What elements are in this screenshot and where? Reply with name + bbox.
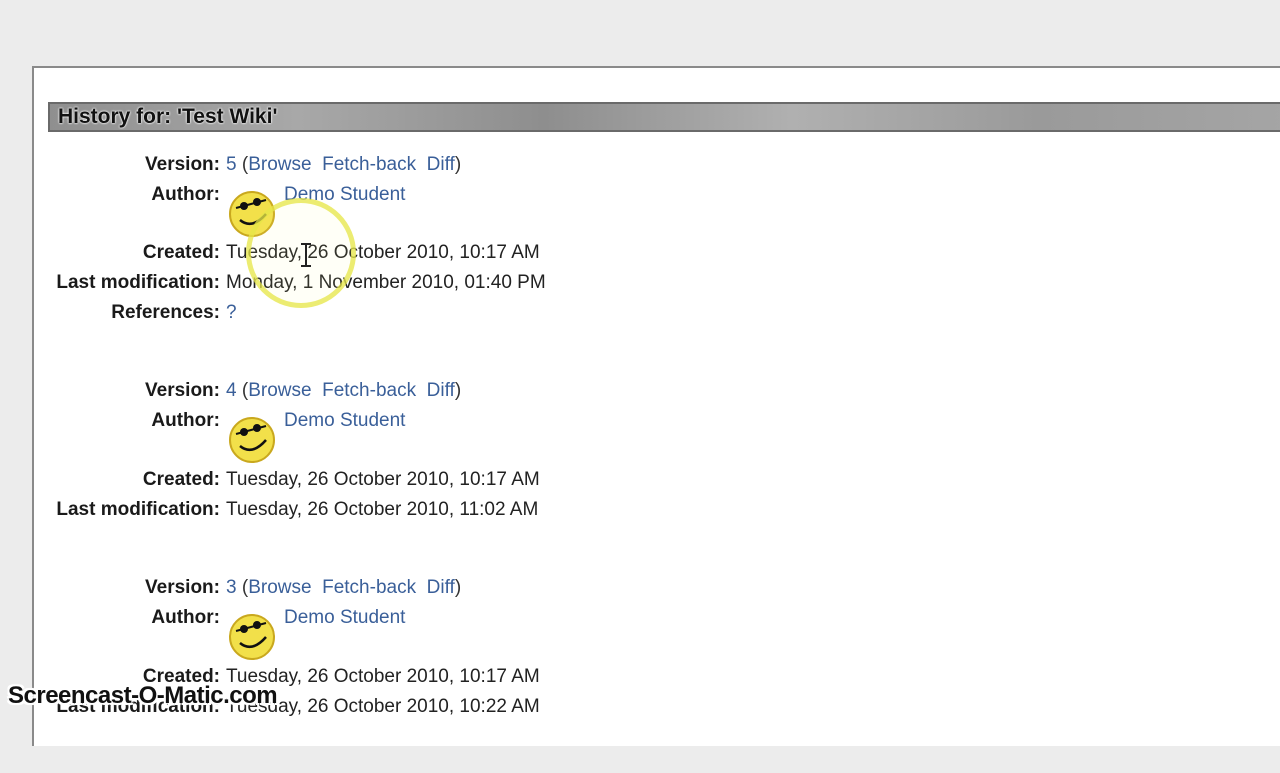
version-label: Version: (145, 380, 220, 401)
last-modification-value: Tuesday, 26 October 2010, 11:02 AM (226, 499, 539, 520)
author-link[interactable]: Demo Student (284, 406, 405, 436)
text-cursor-icon (301, 243, 311, 267)
author-label: Author: (151, 607, 220, 628)
references-label: References: (111, 302, 220, 323)
last-modification-label: Last modification: (56, 272, 220, 293)
diff-link[interactable]: Diff (427, 380, 455, 401)
history-title: History for: 'Test Wiki' (58, 105, 278, 128)
close-paren: ) (454, 577, 462, 598)
version-row: Version: 5 (Browse Fetch-back Diff) (0, 150, 700, 180)
version-number-link[interactable]: 3 (226, 577, 237, 598)
smiley-avatar-icon[interactable] (226, 609, 278, 661)
diff-link[interactable]: Diff (427, 154, 455, 175)
version-number-link[interactable]: 4 (226, 380, 237, 401)
version-entry-3: Version: 3 (Browse Fetch-back Diff) Auth… (0, 573, 700, 773)
version-row: Version: 4 (Browse Fetch-back Diff) (0, 376, 700, 406)
cursor-highlight (246, 198, 356, 308)
version-entry-4: Version: 4 (Browse Fetch-back Diff) Auth… (0, 376, 700, 576)
fetch-back-link[interactable]: Fetch-back (322, 380, 416, 401)
version-label: Version: (145, 577, 220, 598)
version-links: 4 (Browse Fetch-back Diff) (226, 376, 461, 406)
version-links: 3 (Browse Fetch-back Diff) (226, 573, 461, 603)
version-number-link[interactable]: 5 (226, 154, 237, 175)
created-label: Created: (142, 469, 220, 490)
author-link[interactable]: Demo Student (284, 603, 405, 633)
browse-link[interactable]: Browse (248, 577, 311, 598)
close-paren: ) (454, 380, 462, 401)
author-row: Author: Demo Student (0, 603, 700, 660)
last-modification-label: Last modification: (56, 499, 220, 520)
author-label: Author: (151, 410, 220, 431)
browse-link[interactable]: Browse (248, 154, 311, 175)
version-links: 5 (Browse Fetch-back Diff) (226, 150, 461, 180)
last-modification-row: Last modification: Tuesday, 26 October 2… (0, 495, 700, 525)
close-paren: ) (454, 154, 462, 175)
references-row: References: ? (0, 298, 700, 328)
browse-link[interactable]: Browse (248, 380, 311, 401)
references-link[interactable]: ? (226, 298, 237, 328)
fetch-back-link[interactable]: Fetch-back (322, 577, 416, 598)
created-label: Created: (142, 242, 220, 263)
created-value: Tuesday, 26 October 2010, 10:17 AM (226, 469, 540, 490)
diff-link[interactable]: Diff (427, 577, 455, 598)
version-row: Version: 3 (Browse Fetch-back Diff) (0, 573, 700, 603)
fetch-back-link[interactable]: Fetch-back (322, 154, 416, 175)
watermark-text: Screencast-O-Matic.com (8, 682, 278, 709)
author-row: Author: Demo Student (0, 406, 700, 463)
created-row: Created: Tuesday, 26 October 2010, 10:17… (0, 465, 700, 495)
version-label: Version: (145, 154, 220, 175)
author-label: Author: (151, 184, 220, 205)
author-row: Author: Demo Student (0, 180, 700, 237)
smiley-avatar-icon[interactable] (226, 412, 278, 464)
